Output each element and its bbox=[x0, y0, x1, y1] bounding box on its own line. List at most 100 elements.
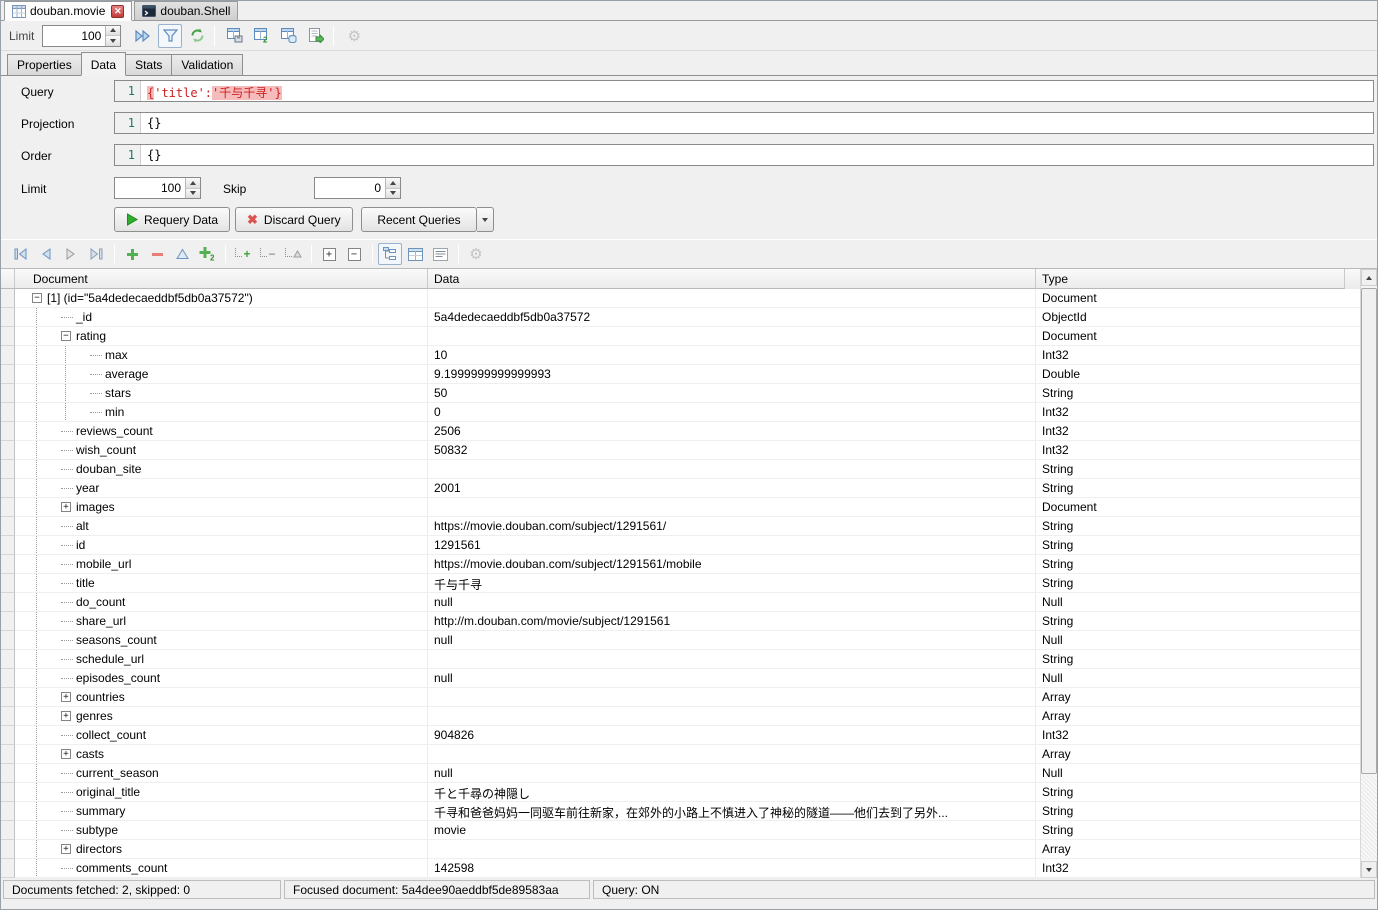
export-document-button[interactable] bbox=[304, 24, 328, 48]
table-row[interactable]: +directorsArray bbox=[1, 840, 1377, 859]
spinner-up-icon[interactable] bbox=[186, 178, 200, 189]
execute-query-button[interactable] bbox=[131, 24, 155, 48]
insert-record-button[interactable] bbox=[120, 243, 144, 265]
tab-data[interactable]: Data bbox=[81, 52, 126, 76]
table-row[interactable]: douban_siteString bbox=[1, 460, 1377, 479]
limit-input[interactable] bbox=[115, 178, 185, 198]
recent-queries-button[interactable]: Recent Queries bbox=[361, 207, 477, 232]
tree-view-button[interactable] bbox=[378, 243, 402, 265]
next-record-button[interactable] bbox=[59, 243, 83, 265]
edit-child-field-button[interactable] bbox=[281, 243, 305, 265]
requery-data-button[interactable]: Requery Data bbox=[114, 207, 230, 232]
first-record-button[interactable] bbox=[9, 243, 33, 265]
expand-node-icon[interactable]: + bbox=[61, 502, 71, 512]
row-selector[interactable] bbox=[1, 707, 15, 726]
row-selector[interactable] bbox=[1, 346, 15, 365]
edit-record-button[interactable] bbox=[170, 243, 194, 265]
spinner-down-icon[interactable] bbox=[186, 189, 200, 199]
collapse-all-button[interactable]: − bbox=[342, 243, 366, 265]
refresh-button[interactable] bbox=[185, 24, 209, 48]
close-tab-icon[interactable]: ✕ bbox=[111, 5, 124, 18]
table-row[interactable]: summary千寻和爸爸妈妈一同驱车前往新家，在郊外的小路上不慎进入了神秘的隧道… bbox=[1, 802, 1377, 821]
prior-record-button[interactable] bbox=[34, 243, 58, 265]
collapse-node-icon[interactable]: − bbox=[32, 293, 42, 303]
text-view-button[interactable] bbox=[428, 243, 452, 265]
copy-result-button[interactable] bbox=[277, 24, 301, 48]
column-header-data[interactable]: Data bbox=[428, 269, 1036, 289]
table-row[interactable]: stars50String bbox=[1, 384, 1377, 403]
scrollbar-thumb[interactable] bbox=[1361, 288, 1377, 774]
table-row[interactable]: collect_count904826Int32 bbox=[1, 726, 1377, 745]
row-selector[interactable] bbox=[1, 688, 15, 707]
table-row[interactable]: max10Int32 bbox=[1, 346, 1377, 365]
row-selector[interactable] bbox=[1, 859, 15, 878]
row-selector[interactable] bbox=[1, 479, 15, 498]
scrollbar-track-region[interactable] bbox=[1361, 776, 1377, 860]
table-row[interactable]: id1291561String bbox=[1, 536, 1377, 555]
collapse-node-icon[interactable]: − bbox=[61, 331, 71, 341]
spinner-down-icon[interactable] bbox=[106, 36, 120, 46]
expand-node-icon[interactable]: + bbox=[61, 711, 71, 721]
table-row[interactable]: _id5a4dedecaeddbf5db0a37572ObjectId bbox=[1, 308, 1377, 327]
tab-validation[interactable]: Validation bbox=[171, 54, 243, 75]
table-row[interactable]: +genresArray bbox=[1, 707, 1377, 726]
table-row[interactable]: subtypemovieString bbox=[1, 821, 1377, 840]
discard-query-button[interactable]: ✖ Discard Query bbox=[235, 207, 353, 232]
recent-queries-dropdown[interactable] bbox=[477, 207, 494, 232]
expand-node-icon[interactable]: + bbox=[61, 692, 71, 702]
table-row[interactable]: −[1] (id="5a4dedecaeddbf5db0a37572")Docu… bbox=[1, 289, 1377, 308]
expand-all-button[interactable]: + bbox=[317, 243, 341, 265]
scroll-down-icon[interactable] bbox=[1361, 861, 1377, 878]
spinner-down-icon[interactable] bbox=[386, 189, 400, 199]
row-selector[interactable] bbox=[1, 650, 15, 669]
table-row[interactable]: year2001String bbox=[1, 479, 1377, 498]
table-row[interactable]: episodes_countnullNull bbox=[1, 669, 1377, 688]
table-row[interactable]: mobile_urlhttps://movie.douban.com/subje… bbox=[1, 555, 1377, 574]
row-selector[interactable] bbox=[1, 669, 15, 688]
row-selector[interactable] bbox=[1, 783, 15, 802]
row-selector[interactable] bbox=[1, 517, 15, 536]
row-selector[interactable] bbox=[1, 593, 15, 612]
row-selector[interactable] bbox=[1, 745, 15, 764]
row-selector[interactable] bbox=[1, 612, 15, 631]
table-row[interactable]: comments_count142598Int32 bbox=[1, 859, 1377, 878]
table-row[interactable]: share_urlhttp://m.douban.com/movie/subje… bbox=[1, 612, 1377, 631]
table-row[interactable]: −ratingDocument bbox=[1, 327, 1377, 346]
table-row[interactable]: schedule_urlString bbox=[1, 650, 1377, 669]
row-selector[interactable] bbox=[1, 365, 15, 384]
row-selector[interactable] bbox=[1, 460, 15, 479]
row-selector[interactable] bbox=[1, 384, 15, 403]
export-result-button[interactable]: 2 bbox=[250, 24, 274, 48]
table-row[interactable]: +castsArray bbox=[1, 745, 1377, 764]
column-header-type[interactable]: Type bbox=[1036, 269, 1345, 289]
row-selector[interactable] bbox=[1, 441, 15, 460]
row-selector[interactable] bbox=[1, 289, 15, 308]
last-record-button[interactable] bbox=[84, 243, 108, 265]
vertical-scrollbar[interactable] bbox=[1360, 269, 1377, 878]
skip-input[interactable] bbox=[315, 178, 385, 198]
limit-input[interactable] bbox=[43, 26, 105, 46]
row-selector[interactable] bbox=[1, 308, 15, 327]
order-editor[interactable]: 1 {} bbox=[114, 144, 1374, 166]
table-row[interactable]: title千与千寻String bbox=[1, 574, 1377, 593]
row-selector[interactable] bbox=[1, 536, 15, 555]
remove-child-field-button[interactable]: − bbox=[256, 243, 280, 265]
table-view-button[interactable] bbox=[403, 243, 427, 265]
spinner-up-icon[interactable] bbox=[106, 26, 120, 37]
projection-editor[interactable]: 1 {} bbox=[114, 112, 1374, 134]
grid-settings-button[interactable]: ⚙ bbox=[464, 243, 488, 265]
table-row[interactable]: current_seasonnullNull bbox=[1, 764, 1377, 783]
table-row[interactable]: reviews_count2506Int32 bbox=[1, 422, 1377, 441]
table-row[interactable]: do_countnullNull bbox=[1, 593, 1377, 612]
table-row[interactable]: min0Int32 bbox=[1, 403, 1377, 422]
row-selector[interactable] bbox=[1, 327, 15, 346]
table-row[interactable]: wish_count50832Int32 bbox=[1, 441, 1377, 460]
save-result-button[interactable] bbox=[223, 24, 247, 48]
row-selector[interactable] bbox=[1, 764, 15, 783]
add-child-field-button[interactable]: + bbox=[231, 243, 255, 265]
row-selector[interactable] bbox=[1, 422, 15, 441]
table-row[interactable]: +countriesArray bbox=[1, 688, 1377, 707]
tab-douban-movie[interactable]: douban.movie ✕ bbox=[4, 1, 132, 21]
column-header-document[interactable]: Document bbox=[15, 269, 428, 289]
scroll-up-icon[interactable] bbox=[1361, 269, 1377, 286]
